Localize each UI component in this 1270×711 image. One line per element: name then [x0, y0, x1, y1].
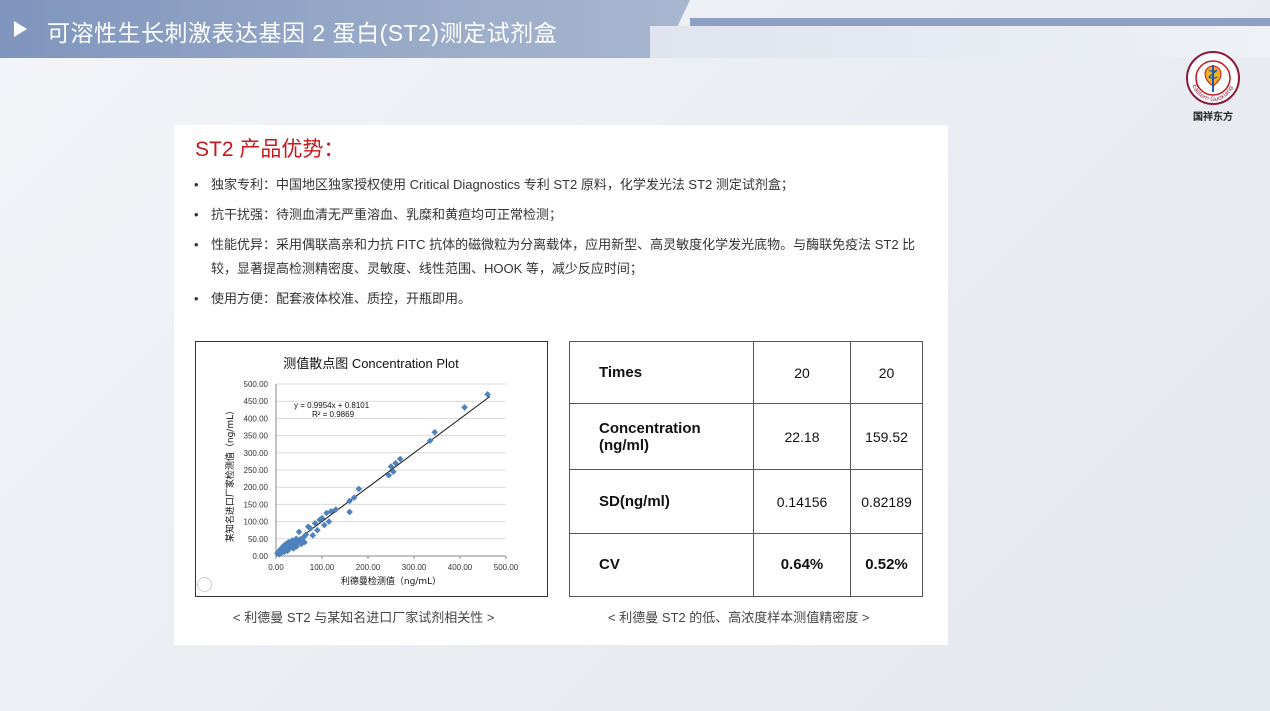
row-header: CV — [569, 532, 754, 598]
y-tick-label: 50.00 — [248, 535, 269, 544]
low-concentration-cell: 22.18 — [753, 403, 851, 471]
page-title: 可溶性生长刺激表达基因 2 蛋白(ST2)测定试剂盒 — [47, 20, 558, 46]
y-axis-label: 某知名进口厂家检测值（ng/mL） — [224, 406, 236, 542]
bullet-dot: • — [194, 177, 199, 192]
table-row: SD(ng/ml) 0.14156 0.82189 — [569, 469, 923, 534]
trendline-equation: y = 0.9954x + 0.8101 — [294, 401, 370, 410]
y-tick-label: 400.00 — [244, 414, 269, 423]
scatter-chart-svg: 测值散点图 Concentration Plot 0.00 50.00 100.00 1… — [224, 356, 519, 587]
bullet-dot: • — [194, 237, 199, 252]
row-header: Times — [569, 340, 754, 405]
x-tick-label: 400.00 — [448, 563, 473, 572]
chart-caption: < 利德曼 ST2 与某知名进口厂家试剂相关性 > — [233, 610, 495, 625]
low-concentration-cell: 0.14156 — [753, 469, 851, 534]
list-item: • 抗干扰强：待测血清无严重溶血、乳糜和黄疸均可正常检测； — [194, 203, 934, 227]
data-point — [431, 428, 438, 436]
content-card: ST2 产品优势： • 独家专利：中国地区独家授权使用 Critical Diag… — [174, 125, 948, 645]
x-tick-label: 300.00 — [402, 563, 427, 572]
y-tick-label: 250.00 — [244, 466, 269, 475]
x-tick-label: 200.00 — [356, 563, 381, 572]
table-row: Times 20 20 — [569, 340, 923, 405]
bullet-dot: • — [194, 207, 199, 222]
r-squared-label: R² = 0.9869 — [312, 410, 355, 419]
x-tick-label: 0.00 — [268, 563, 284, 572]
high-concentration-cell: 20 — [850, 340, 923, 405]
row-header: Concentration (ng/ml) — [569, 403, 754, 471]
header-stripe-light — [650, 26, 1270, 58]
data-point — [385, 471, 392, 479]
x-tick-label: 500.00 — [494, 563, 519, 572]
data-point — [309, 532, 317, 539]
list-item: • 性能优异：采用偶联高亲和力抗 FITC 抗体的磁微粒为分离载体，应用新型、高灵… — [194, 233, 934, 281]
bullet-text: 抗干扰强：待测血清无严重溶血、乳糜和黄疸均可正常检测； — [211, 207, 563, 222]
row-header: SD(ng/ml) — [569, 469, 754, 534]
precision-table: Times 20 20 Concentration (ng/ml) 22.18 159.5… — [569, 340, 923, 598]
data-point — [346, 508, 353, 516]
y-tick-label: 350.00 — [244, 432, 269, 441]
low-concentration-cell: 20 — [753, 340, 851, 405]
high-concentration-cell: 0.82189 — [850, 469, 923, 534]
data-point — [355, 485, 363, 493]
low-concentration-cell: 0.64% — [753, 532, 851, 598]
bullet-text: 使用方便：配套液体校准、质控，开瓶即用。 — [211, 291, 472, 306]
bullet-text: 独家专利：中国地区独家授权使用 Critical Diagnostics 专利 … — [211, 177, 794, 192]
advantages-list: • 独家专利：中国地区独家授权使用 Critical Diagnostics 专利… — [194, 173, 934, 317]
table-row: CV 0.64% 0.52% — [569, 532, 923, 598]
precision-table-container: Times 20 20 Concentration (ng/ml) 22.18 159.5… — [569, 340, 923, 598]
data-point — [321, 521, 328, 529]
y-tick-label: 450.00 — [244, 397, 269, 406]
high-concentration-cell: 0.52% — [850, 532, 923, 598]
header-stripe — [690, 18, 1270, 26]
data-point — [314, 526, 321, 534]
scatter-chart: 测值散点图 Concentration Plot 0.00 50.00 100.00 1… — [195, 341, 548, 597]
y-tick-label: 0.00 — [252, 552, 268, 561]
list-item: • 使用方便：配套液体校准、质控，开瓶即用。 — [194, 287, 934, 311]
y-tick-label: 100.00 — [244, 518, 269, 527]
bullet-dot: • — [194, 291, 199, 306]
y-tick-label: 150.00 — [244, 500, 269, 509]
data-point — [461, 404, 468, 411]
y-tick-label: 500.00 — [244, 380, 269, 389]
y-tick-label: 300.00 — [244, 449, 269, 458]
x-tick-label: 100.00 — [310, 563, 335, 572]
high-concentration-cell: 159.52 — [850, 403, 923, 471]
chart-title: 测值散点图 Concentration Plot — [283, 356, 459, 371]
y-tick-label: 200.00 — [244, 483, 269, 492]
table-caption: < 利德曼 ST2 的低、高浓度样本测值精密度 > — [608, 610, 870, 625]
decorative-circle — [197, 577, 212, 592]
data-point — [311, 520, 319, 527]
trendline — [275, 396, 491, 557]
play-icon — [14, 21, 27, 37]
logo-emblem-icon: Eastern Guoxiang — [1186, 51, 1240, 105]
list-item: • 独家专利：中国地区独家授权使用 Critical Diagnostics 专利… — [194, 173, 934, 197]
company-logo: Eastern Guoxiang 国祥东方 — [1184, 50, 1242, 124]
table-row: Concentration (ng/ml) 22.18 159.52 — [569, 403, 923, 471]
logo-name: 国祥东方 — [1193, 112, 1233, 123]
data-point — [295, 528, 303, 536]
data-point — [325, 518, 333, 525]
section-title: ST2 产品优势： — [195, 138, 345, 161]
x-axis-label: 利德曼检测值（ng/mL） — [341, 575, 441, 587]
bullet-text: 性能优异：采用偶联高亲和力抗 FITC 抗体的磁微粒为分离载体，应用新型、高灵敏… — [211, 237, 916, 276]
